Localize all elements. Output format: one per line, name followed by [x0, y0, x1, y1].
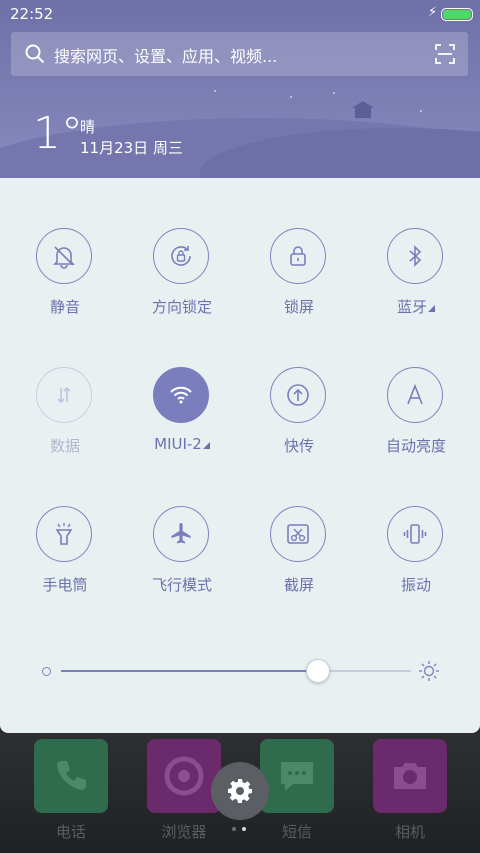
wifi-icon	[153, 367, 209, 423]
toggle-wifi[interactable]: MIUI-2	[127, 367, 237, 477]
toggle-label: 自动亮度	[385, 437, 446, 455]
toggle-label: 蓝牙	[361, 296, 471, 317]
toggle-bluetooth[interactable]: 蓝牙	[361, 228, 471, 338]
app-label: 相机	[394, 823, 425, 841]
brightness-slider[interactable]	[40, 659, 440, 684]
toggle-rotation-lock[interactable]: 方向锁定	[127, 228, 237, 338]
star-decoration	[214, 90, 216, 92]
app-label: 浏览器	[161, 823, 207, 841]
auto-brightness-icon	[387, 367, 443, 423]
gear-icon	[228, 779, 252, 803]
bell-off-icon	[36, 228, 92, 284]
toggle-airplane-mode[interactable]: 飞行模式	[127, 506, 237, 616]
star-decoration	[420, 110, 422, 112]
app-browser[interactable]	[147, 739, 221, 813]
brightness-high-icon	[419, 661, 439, 681]
temperature: 1°	[33, 108, 83, 159]
weather-date: 11月23日 周三	[80, 139, 183, 157]
share-upload-icon	[270, 367, 326, 423]
app-label: 电话	[55, 823, 86, 841]
search-input[interactable]: 搜索网页、设置、应用、视频...	[54, 43, 277, 67]
star-decoration	[333, 92, 335, 94]
toggle-label: 锁屏	[283, 298, 314, 316]
toggle-label: 静音	[49, 298, 80, 316]
app-camera[interactable]	[373, 739, 447, 813]
toggle-mobile-data[interactable]: 数据	[10, 367, 120, 477]
toggle-label: 截屏	[283, 576, 314, 594]
screenshot-icon	[270, 506, 326, 562]
browser-icon	[164, 756, 204, 796]
mobile-data-icon	[36, 367, 92, 423]
page-dot-active	[242, 827, 246, 831]
toggle-screenshot[interactable]: 截屏	[244, 506, 354, 616]
phone-icon	[57, 761, 86, 790]
scan-icon[interactable]	[435, 44, 455, 64]
airplane-icon	[153, 506, 209, 562]
flashlight-icon	[36, 506, 92, 562]
message-icon	[281, 762, 313, 791]
page-dot	[232, 827, 236, 831]
toggle-label: 数据	[49, 437, 80, 455]
vibrate-icon	[387, 506, 443, 562]
rotation-lock-icon	[153, 228, 209, 284]
toggle-quick-share[interactable]: 快传	[244, 367, 354, 477]
app-phone[interactable]	[34, 739, 108, 813]
toggle-auto-brightness[interactable]: 自动亮度	[361, 367, 471, 477]
search-bar[interactable]: 搜索网页、设置、应用、视频...	[11, 32, 468, 76]
camera-icon	[394, 763, 426, 789]
toggle-vibrate[interactable]: 振动	[361, 506, 471, 616]
toggle-label: 飞行模式	[151, 576, 212, 594]
toggle-label: 振动	[400, 576, 431, 594]
expand-triangle-icon	[428, 305, 435, 312]
toggle-flashlight[interactable]: 手电筒	[10, 506, 120, 616]
toggle-lock-screen[interactable]: 锁屏	[244, 228, 354, 338]
padlock-icon	[270, 228, 326, 284]
status-bar: 22:52 ⚡	[0, 0, 480, 28]
slider-track-fill	[61, 670, 317, 672]
toggle-label: 方向锁定	[151, 298, 212, 316]
house-icon	[352, 101, 374, 118]
expand-triangle-icon	[202, 442, 210, 449]
app-label: 短信	[281, 823, 312, 841]
bluetooth-icon	[387, 228, 443, 284]
slider-knob[interactable]	[305, 659, 330, 683]
battery-icon	[441, 8, 473, 21]
toggle-label: MIUI-2	[127, 435, 237, 453]
weather-condition: 晴	[80, 118, 96, 136]
brightness-low-icon	[42, 667, 51, 676]
app-messages[interactable]	[260, 739, 334, 813]
page-indicator	[232, 827, 252, 833]
search-icon	[25, 44, 45, 64]
toggle-label: 手电筒	[42, 576, 88, 594]
charging-icon: ⚡	[428, 5, 438, 20]
clock: 22:52	[10, 5, 54, 23]
toggle-silent[interactable]: 静音	[10, 228, 120, 338]
weather-header: 22:52 ⚡ 搜索网页、设置、应用、视频... 1° 晴 11月23日 周三	[0, 0, 480, 178]
toggle-label: 快传	[283, 437, 314, 455]
star-decoration	[290, 96, 292, 98]
settings-button[interactable]	[211, 762, 269, 820]
